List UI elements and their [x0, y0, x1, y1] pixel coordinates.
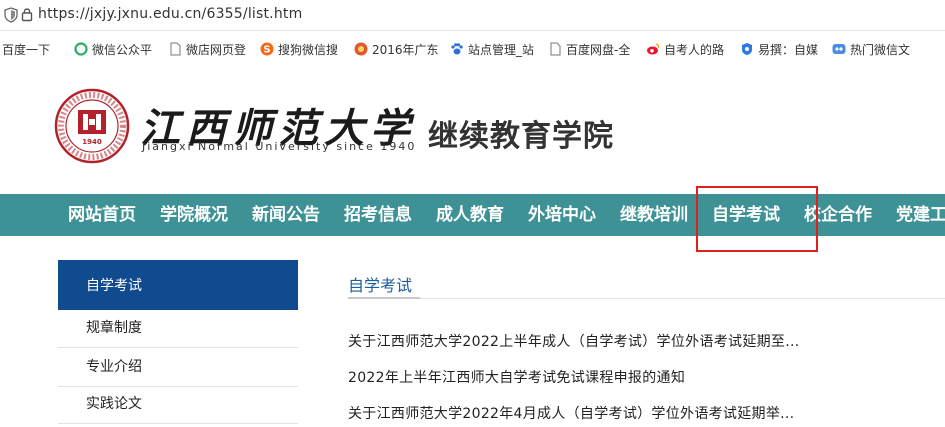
bookmark-item[interactable]: 百度网盘-全 [548, 40, 632, 58]
nav-adult-education[interactable]: 成人教育 [436, 194, 504, 236]
nav-continuing-training[interactable]: 继教培训 [620, 194, 688, 236]
bookmark-item[interactable]: 2016年广东 [354, 40, 438, 58]
bookmark-item[interactable]: 微信公众平 [74, 40, 156, 58]
section-title-underline [348, 297, 420, 299]
nav-news[interactable]: 新闻公告 [252, 194, 320, 236]
lock-icon[interactable] [20, 6, 34, 22]
sidebar-item-active[interactable]: 自学考试 [58, 260, 298, 310]
bookmark-label: 百度一下 [2, 42, 51, 57]
news-item[interactable]: 2022年上半年江西师大自学考试免试课程申报的通知 [348, 367, 685, 387]
nav-party-building[interactable]: 党建工 [896, 194, 945, 236]
bookmark-label: 微信公众平 [92, 42, 153, 57]
university-english-name: Jiangxi Normal University since 1940 [142, 140, 417, 153]
bookmark-label: 搜狗微信搜 [278, 42, 339, 57]
section-title: 自学考试 [348, 276, 413, 295]
sidebar-item-majors[interactable]: 专业介绍 [58, 349, 298, 387]
bookmark-label: 2016年广东 [372, 42, 438, 57]
svg-text:S: S [263, 45, 270, 56]
page-icon [550, 42, 561, 56]
yizhuan-icon [742, 43, 752, 55]
bookmark-label: 百度网盘-全 [566, 42, 631, 57]
address-bar[interactable]: https://jxjy.jxnu.edu.cn/6355/list.htm [0, 0, 945, 31]
nav-about[interactable]: 学院概况 [160, 194, 228, 236]
bookmark-item[interactable]: 易撰：自媒 [740, 40, 820, 58]
orange-circle-icon [354, 42, 368, 56]
bookmark-item[interactable]: 热门微信文 [832, 40, 916, 58]
bookmark-item[interactable]: S 搜狗微信搜 [260, 40, 342, 58]
bookmark-item[interactable]: 自考人的路 [646, 40, 726, 58]
bookmark-item[interactable]: 百度一下 [2, 40, 62, 58]
weibo-icon [647, 43, 660, 55]
bookmark-item[interactable]: 站点管理_站 [450, 40, 536, 58]
section-divider [420, 298, 945, 299]
seal-year: 1940 [82, 138, 102, 146]
news-item[interactable]: 关于江西师范大学2022年4月成人（自学考试）学位外语考试延期举... [348, 403, 794, 423]
bookmark-item[interactable]: 微店网页登 [168, 40, 248, 58]
college-name: 继续教育学院 [428, 119, 614, 154]
eye-icon [832, 44, 846, 54]
bookmarks-bar: 百度一下 微信公众平 微店网页登 S 搜狗微信搜 2016年广东 站点管理_站 … [0, 31, 945, 67]
sidebar-item-regulations[interactable]: 规章制度 [58, 310, 298, 348]
paw-icon [451, 43, 463, 55]
bookmark-label: 易撰：自媒 [758, 42, 819, 57]
nav-admissions[interactable]: 招考信息 [344, 194, 412, 236]
university-seal-icon[interactable]: 1940 [54, 88, 130, 164]
nav-home[interactable]: 网站首页 [68, 194, 136, 236]
bookmark-label: 热门微信文 [850, 42, 911, 57]
bookmark-label: 站点管理_站 [468, 42, 535, 57]
shield-icon[interactable] [4, 7, 18, 23]
page-icon [170, 42, 181, 56]
highlight-box [696, 186, 818, 252]
bookmark-label: 微店网页登 [186, 42, 247, 57]
url-text[interactable]: https://jxjy.jxnu.edu.cn/6355/list.htm [38, 6, 302, 22]
bookmark-label: 自考人的路 [664, 42, 725, 57]
sogou-icon: S [260, 42, 274, 56]
nav-training-center[interactable]: 外培中心 [528, 194, 596, 236]
sidebar-item-practice-thesis[interactable]: 实践论文 [58, 386, 298, 424]
news-item[interactable]: 关于江西师范大学2022上半年成人（自学考试）学位外语考试延期至... [348, 331, 799, 351]
wechat-icon [74, 42, 88, 56]
